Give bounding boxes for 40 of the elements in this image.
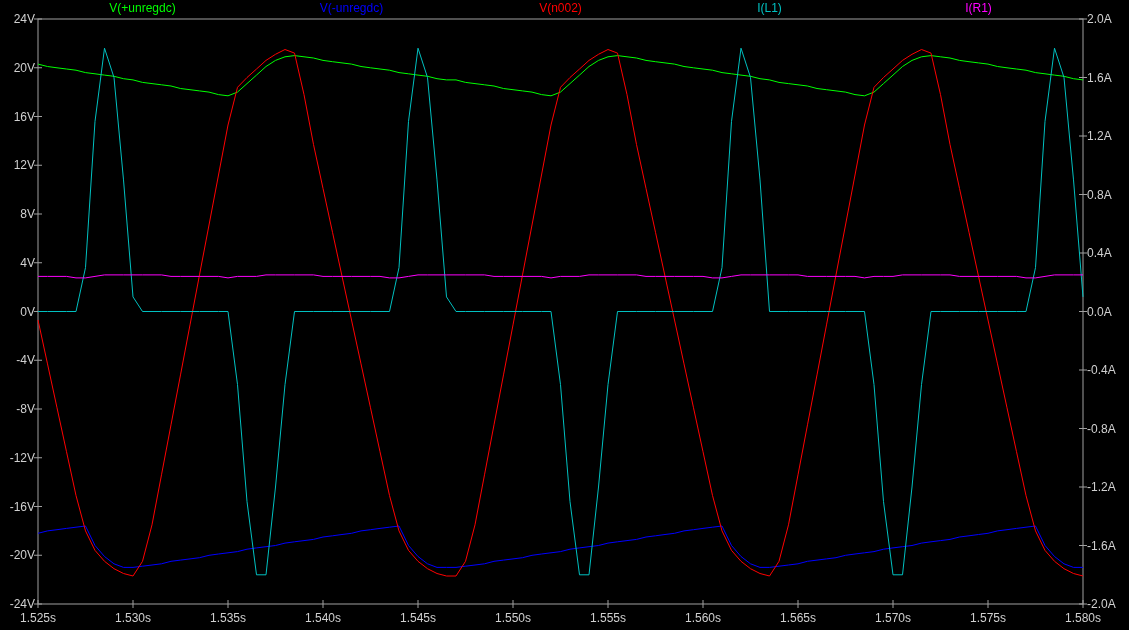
legend-label[interactable]: V(n002) xyxy=(539,1,582,15)
axis-tick-label: 1.540s xyxy=(305,611,341,625)
axis-tick-label: 0.8A xyxy=(1087,187,1112,202)
axis-tick-label: 20V xyxy=(13,60,35,75)
axis-tick-label: 12V xyxy=(13,158,35,173)
legend-label[interactable]: I(L1) xyxy=(757,1,782,15)
axis-tick-label: 0.4A xyxy=(1087,246,1112,260)
legend-label[interactable]: V(+unregdc) xyxy=(109,1,176,15)
axis-tick-label: 1.555s xyxy=(590,611,626,625)
axis-tick-label: 1.565s xyxy=(780,611,816,625)
axis-tick-label: 1.570s xyxy=(875,611,911,625)
axis-tick-label: 0V xyxy=(20,304,35,319)
axis-tick-label: 1.550s xyxy=(495,611,531,625)
axis-tick-label: -20V xyxy=(9,548,35,563)
axis-tick-label: -16V xyxy=(9,499,35,514)
axis-tick-label: 0.0A xyxy=(1087,304,1112,319)
legend-label[interactable]: I(R1) xyxy=(965,1,992,15)
axis-tick-label: -2.0A xyxy=(1087,597,1116,611)
axis-tick-label: 8V xyxy=(20,207,35,221)
axis-tick-label: 1.545s xyxy=(400,611,436,625)
axis-tick-label: -8V xyxy=(16,402,35,416)
axis-tick-label: -0.4A xyxy=(1087,363,1116,377)
axis-tick-label: 1.530s xyxy=(115,611,151,625)
axis-tick-label: 1.575s xyxy=(970,611,1006,625)
axis-tick-label: 1.2A xyxy=(1087,129,1112,143)
axis-tick-label: 1.580s xyxy=(1065,611,1101,625)
axis-tick-label: 1.525s xyxy=(20,611,56,625)
axis-tick-label: -4V xyxy=(16,353,35,368)
axis-tick-label: 24V xyxy=(13,12,35,26)
axis-tick-label: 1.6A xyxy=(1087,70,1112,85)
axis-tick-label: -1.6A xyxy=(1087,538,1116,553)
axis-tick-label: -1.2A xyxy=(1087,480,1116,494)
axis-tick-label: 2.0A xyxy=(1087,12,1112,26)
axis-tick-label: -24V xyxy=(9,597,35,611)
axis-tick-label: 1.535s xyxy=(210,611,246,625)
axis-tick-label: -12V xyxy=(9,450,35,465)
axis-tick-label: 16V xyxy=(13,109,35,124)
axis-tick-label: 4V xyxy=(20,255,35,270)
axis-tick-label: 1.560s xyxy=(685,611,721,625)
axis-tick-label: -0.8A xyxy=(1087,421,1116,436)
